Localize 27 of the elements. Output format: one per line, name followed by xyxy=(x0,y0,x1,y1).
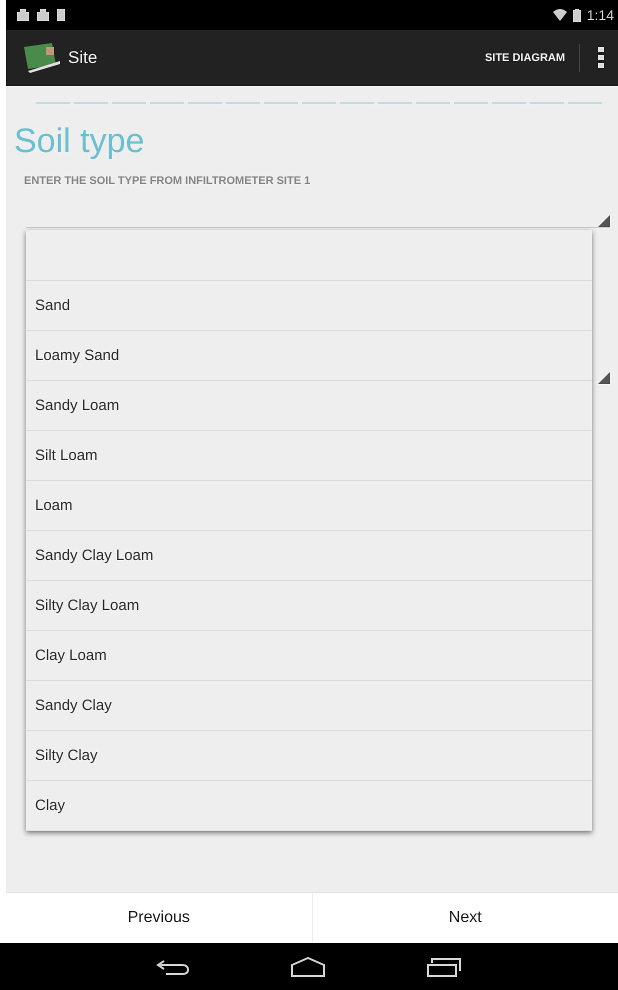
clock-time: 1:14 xyxy=(586,7,614,23)
map-board-icon[interactable] xyxy=(22,41,62,75)
site-diagram-button[interactable]: SITE DIAGRAM xyxy=(476,44,580,72)
prompt-text: ENTER THE SOIL TYPE FROM INFILTROMETER SITE 1 xyxy=(24,175,312,187)
dropdown-option[interactable]: Clay xyxy=(26,781,592,831)
app-title: Site xyxy=(68,48,98,68)
wifi-icon xyxy=(552,9,567,21)
overflow-menu-icon[interactable] xyxy=(598,47,604,69)
page-heading: Soil type xyxy=(14,122,146,161)
dropdown-option[interactable]: Sandy Clay xyxy=(26,681,592,731)
dropdown-option[interactable]: Clay Loam xyxy=(26,631,592,681)
battery-icon xyxy=(572,8,581,22)
dropdown-option[interactable]: Silt Loam xyxy=(26,431,592,481)
back-icon[interactable] xyxy=(156,958,190,976)
notification-icon xyxy=(36,8,50,22)
notification-icon xyxy=(16,8,30,22)
notification-icon xyxy=(56,8,66,22)
recent-apps-icon[interactable] xyxy=(426,956,462,976)
dropdown-option[interactable]: Silty Clay xyxy=(26,731,592,781)
dropdown-option[interactable]: Sand xyxy=(26,281,592,331)
dropdown-option[interactable]: Sandy Clay Loam xyxy=(26,531,592,581)
dropdown-option[interactable]: Loamy Sand xyxy=(26,331,592,381)
dropdown-option[interactable]: Sandy Loam xyxy=(26,381,592,431)
home-icon[interactable] xyxy=(290,956,326,976)
dropdown-option[interactable]: Loam xyxy=(26,481,592,531)
previous-button[interactable]: Previous xyxy=(6,893,312,943)
dropdown-option[interactable]: Silty Clay Loam xyxy=(26,581,592,631)
